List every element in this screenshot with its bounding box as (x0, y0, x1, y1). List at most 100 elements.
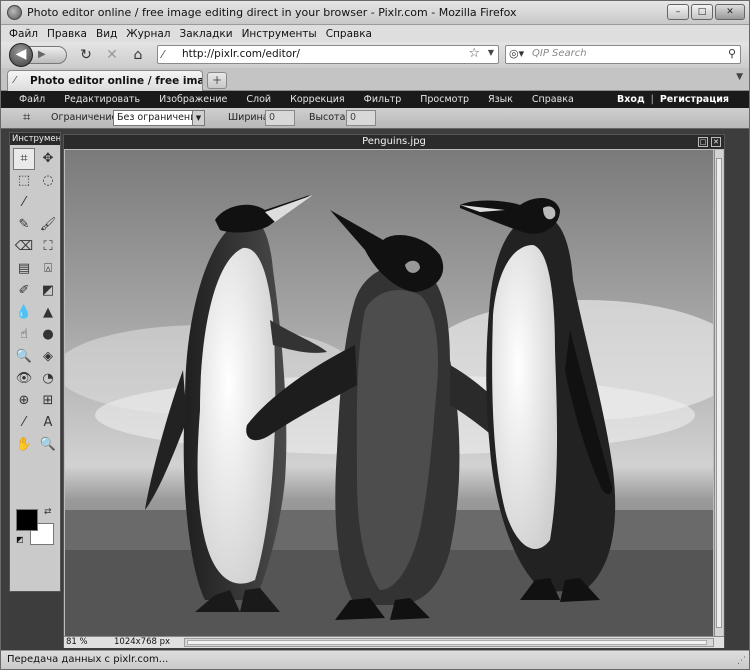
tab-list-icon[interactable]: ▼ (736, 72, 743, 82)
vertical-scroll-thumb[interactable] (716, 158, 722, 628)
url-bar[interactable]: ⁄ http://pixlr.com/editor/ ☆ ▼ (157, 45, 499, 64)
back-button[interactable]: ◀ (9, 43, 33, 67)
text-tool-icon[interactable]: A (37, 412, 59, 434)
document-close-icon[interactable]: ✕ (711, 137, 721, 147)
stop-icon[interactable]: ✕ (103, 46, 121, 64)
app-menu-filter[interactable]: Фильтр (364, 94, 402, 105)
image-canvas[interactable] (65, 150, 713, 636)
reload-icon[interactable]: ↻ (77, 46, 95, 64)
crop-tool-icon[interactable]: ⌗ (13, 148, 35, 170)
image-dimensions: 1024x768 px (114, 637, 171, 647)
wand-tool-icon[interactable]: ⁄ (13, 192, 35, 214)
dodge-tool-icon[interactable]: 🔍 (13, 346, 35, 368)
app-menu-view[interactable]: Просмотр (420, 94, 469, 105)
maximize-button[interactable]: □ (691, 4, 713, 20)
crop-options-icon: ⌗ (23, 110, 31, 125)
color-swatches: ⇄ ◩ (16, 507, 58, 549)
site-favicon-icon: ⁄ (162, 48, 164, 61)
hand-tool-icon[interactable]: ✋ (13, 434, 35, 456)
constraint-select[interactable]: Без ограничения ▼ (113, 110, 205, 126)
bookmark-star-icon[interactable]: ☆ (468, 46, 480, 61)
zoom-level[interactable]: 81 % (66, 637, 88, 647)
blur-tool-icon[interactable]: 💧 (13, 302, 35, 324)
menu-history[interactable]: Журнал (126, 28, 170, 40)
document-maximize-icon[interactable]: □ (698, 137, 708, 147)
lasso-tool-icon[interactable]: ◌ (37, 170, 59, 192)
smudge-tool-icon[interactable]: ☝ (13, 324, 35, 346)
tab-strip: ⁄ Photo editor online / free image editi… (1, 68, 749, 91)
width-input[interactable]: 0 (265, 110, 295, 126)
sponge-tool-icon[interactable]: ● (37, 324, 59, 346)
drawing-tool-icon[interactable]: ◩ (37, 280, 59, 302)
back-forward-group: ▶ ◀ (9, 43, 67, 67)
constraint-label: Ограничение: (51, 112, 121, 123)
document-window: Penguins.jpg □ ✕ 81 % 1024x768 px (63, 134, 725, 648)
search-icon[interactable]: ⚲ (728, 47, 736, 60)
gradient-tool-icon[interactable]: ▤ (13, 258, 35, 280)
pinch-tool-icon[interactable]: ⊞ (37, 390, 59, 412)
app-menu-language[interactable]: Язык (488, 94, 513, 105)
navigation-bar: ▶ ◀ ↻ ✕ ⌂ ⁄ http://pixlr.com/editor/ ☆ ▼… (1, 42, 749, 68)
search-box[interactable]: ◎▾ QIP Search ⚲ (505, 45, 741, 64)
bucket-tool-icon[interactable]: ⛶ (37, 236, 59, 258)
foreground-color-swatch[interactable] (16, 509, 38, 531)
menu-view[interactable]: Вид (96, 28, 117, 40)
new-tab-button[interactable]: + (207, 72, 227, 89)
document-status-bar: 81 % 1024x768 px (64, 636, 724, 648)
url-text[interactable]: http://pixlr.com/editor/ (182, 48, 300, 60)
app-menu-image[interactable]: Изображение (159, 94, 227, 105)
burn-tool-icon[interactable]: ◈ (37, 346, 59, 368)
tools-panel: Инструменты ⌗✥⬚◌⁄✎🖌⌫⛶▤⍓✐◩💧▲☝●🔍◈👁◔⊕⊞⁄A✋🔍 … (9, 132, 61, 592)
browser-status-bar: Передача данных с pixlr.com... ⋰ (1, 650, 749, 669)
app-menu-help[interactable]: Справка (532, 94, 574, 105)
swap-colors-icon[interactable]: ⇄ (44, 507, 52, 517)
brush-tool-icon[interactable]: 🖌 (37, 214, 59, 236)
menu-file[interactable]: Файл (9, 28, 38, 40)
search-input[interactable]: QIP Search (532, 48, 587, 59)
penguins-photo (65, 150, 713, 636)
search-engine-icon[interactable]: ◎▾ (509, 47, 524, 60)
menu-tools[interactable]: Инструменты (242, 28, 317, 40)
menu-bookmarks[interactable]: Закладки (179, 28, 232, 40)
spot-heal-tool-icon[interactable]: ◔ (37, 368, 59, 390)
marquee-tool-icon[interactable]: ⬚ (13, 170, 35, 192)
color-replace-tool-icon[interactable]: ✐ (13, 280, 35, 302)
blank-tool-icon[interactable] (37, 192, 59, 214)
stamp-tool-icon[interactable]: ⍓ (37, 258, 59, 280)
app-menu-file[interactable]: Файл (19, 94, 45, 105)
menu-help[interactable]: Справка (326, 28, 372, 40)
sharpen-tool-icon[interactable]: ▲ (37, 302, 59, 324)
pixlr-editor: Файл Редактировать Изображение Слой Корр… (1, 91, 749, 650)
minimize-button[interactable]: – (667, 4, 689, 20)
app-menu-adjustment[interactable]: Коррекция (290, 94, 345, 105)
title-bar: Photo editor online / free image editing… (1, 1, 749, 25)
constraint-value: Без ограничения (117, 112, 203, 123)
close-button[interactable]: ✕ (715, 4, 745, 20)
forward-button[interactable]: ▶ (27, 46, 67, 64)
register-link[interactable]: Регистрация (660, 94, 729, 105)
red-eye-tool-icon[interactable]: 👁 (13, 368, 35, 390)
height-label: Высота: (309, 112, 349, 123)
zoom-tool-icon[interactable]: 🔍 (37, 434, 59, 456)
horizontal-scroll-thumb[interactable] (187, 640, 707, 645)
url-dropdown-icon[interactable]: ▼ (488, 48, 494, 57)
tools-grid: ⌗ ✥ ⬚ ◌ ⁄ ✎ 🖌 ⌫ ⛶ ▤ ⍓ ✐ ◩ 💧 ▲ ☝ ● 🔍 ◈ 👁 ◔ ⊕ ⊞ ⁄ A ✋ 🔍 (10, 145, 60, 459)
home-icon[interactable]: ⌂ (129, 46, 147, 64)
login-link[interactable]: Вход (617, 94, 645, 105)
chevron-down-icon[interactable]: ▼ (192, 111, 204, 125)
reset-colors-icon[interactable]: ◩ (16, 535, 24, 544)
pencil-tool-icon[interactable]: ✎ (13, 214, 35, 236)
vertical-scrollbar[interactable] (714, 150, 723, 636)
move-tool-icon[interactable]: ✥ (37, 148, 59, 170)
app-menu-layer[interactable]: Слой (246, 94, 271, 105)
height-input[interactable]: 0 (346, 110, 376, 126)
eraser-tool-icon[interactable]: ⌫ (13, 236, 35, 258)
menu-edit[interactable]: Правка (47, 28, 87, 40)
tab-pixlr-editor[interactable]: ⁄ Photo editor online / free image editi… (7, 70, 203, 91)
resize-grip-icon[interactable]: ⋰ (737, 656, 746, 666)
eyedropper-tool-icon[interactable]: ⁄ (13, 412, 35, 434)
tab-favicon-icon: ⁄ (14, 75, 16, 86)
app-menu-edit[interactable]: Редактировать (64, 94, 140, 105)
bloat-tool-icon[interactable]: ⊕ (13, 390, 35, 412)
horizontal-scrollbar[interactable] (184, 638, 714, 647)
